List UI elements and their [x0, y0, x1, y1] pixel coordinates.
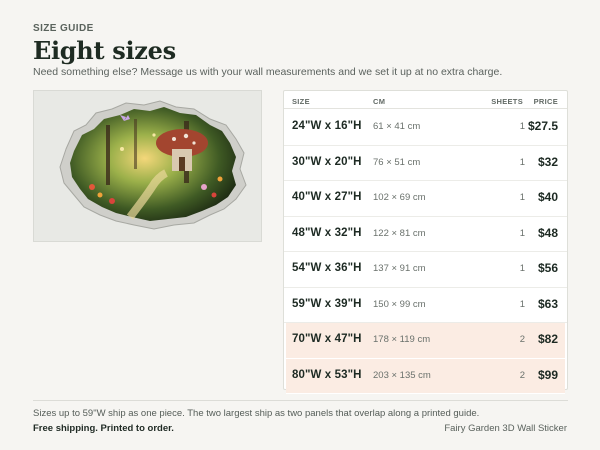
column-header-sheets: SHEETS [491, 97, 523, 106]
page-subtitle: Need something else? Message us with you… [33, 66, 503, 78]
sheets-count: 1 [519, 192, 525, 203]
table-body: 24"W x 16"H 61 × 41 cm 1 $27.5 30"W x 20… [284, 110, 567, 394]
price-value: $82 [537, 332, 558, 346]
cm-value: 102 × 69 cm [373, 192, 426, 203]
table-row[interactable]: 59"W x 39"H 150 × 99 cm 1 $63 [284, 288, 567, 323]
size-label: 24"W x 16"H [292, 120, 362, 132]
sheets-count: 2 [519, 369, 525, 381]
cm-value: 178 × 119 cm [373, 334, 431, 345]
product-image [33, 90, 262, 242]
cm-value: 76 × 51 cm [373, 156, 421, 168]
price-value: $40 [537, 190, 558, 204]
table-row[interactable]: 30"W x 20"H 76 × 51 cm 1 $32 [284, 146, 567, 181]
sheets-count: 1 [519, 227, 525, 239]
price-value: $32 [537, 154, 558, 169]
column-header-price: PRICE [533, 97, 558, 106]
sheets-count: 1 [519, 121, 525, 132]
price-value: $63 [537, 296, 558, 311]
price-value: $48 [537, 225, 558, 240]
page-title: Eight sizes [33, 36, 176, 65]
cm-value: 122 × 81 cm [373, 227, 426, 239]
column-header-size: SIZE [292, 97, 310, 106]
size-label: 59"W x 39"H [292, 297, 362, 310]
size-label: 30"W x 20"H [292, 155, 362, 168]
table-row[interactable]: 48"W x 32"H 122 × 81 cm 1 $48 [284, 217, 567, 252]
cm-value: 137 × 91 cm [373, 263, 426, 274]
table-row[interactable]: 24"W x 16"H 61 × 41 cm 1 $27.5 [284, 110, 567, 146]
cm-value: 61 × 41 cm [373, 121, 421, 132]
size-label: 70"W x 47"H [292, 333, 362, 345]
table-header: SIZE CM SHEETS PRICE [284, 91, 567, 109]
product-name: Fairy Garden 3D Wall Sticker [444, 423, 567, 434]
section-eyebrow: SIZE GUIDE [33, 23, 94, 34]
table-row-two-panel[interactable]: 80"W x 53"H 203 × 135 cm 2 $99 [286, 358, 565, 394]
price-value: $27.5 [527, 119, 558, 133]
size-label: 48"W x 32"H [292, 226, 362, 239]
cm-value: 203 × 135 cm [373, 369, 431, 381]
shipping-note: Sizes up to 59"W ship as one piece. The … [33, 408, 480, 419]
table-row[interactable]: 54"W x 36"H 137 × 91 cm 1 $56 [284, 252, 567, 288]
price-value: $56 [537, 261, 558, 275]
free-shipping-label: Free shipping. Printed to order. [33, 423, 174, 434]
sheets-count: 2 [519, 334, 525, 345]
size-table: SIZE CM SHEETS PRICE 24"W x 16"H 61 × 41… [283, 90, 568, 394]
size-label: 54"W x 36"H [292, 262, 362, 274]
footer-divider [33, 400, 568, 401]
sheets-count: 1 [519, 263, 525, 274]
table-row[interactable]: 40"W x 27"H 102 × 69 cm 1 $40 [284, 181, 567, 217]
column-header-cm: CM [373, 97, 386, 106]
price-value: $99 [537, 367, 558, 382]
table-row-two-panel[interactable]: 70"W x 47"H 178 × 119 cm 2 $82 [286, 323, 565, 359]
sheets-count: 1 [519, 298, 525, 310]
size-label: 80"W x 53"H [292, 368, 362, 381]
size-label: 40"W x 27"H [292, 191, 362, 203]
sheets-count: 1 [519, 156, 525, 168]
cm-value: 150 × 99 cm [373, 298, 426, 310]
